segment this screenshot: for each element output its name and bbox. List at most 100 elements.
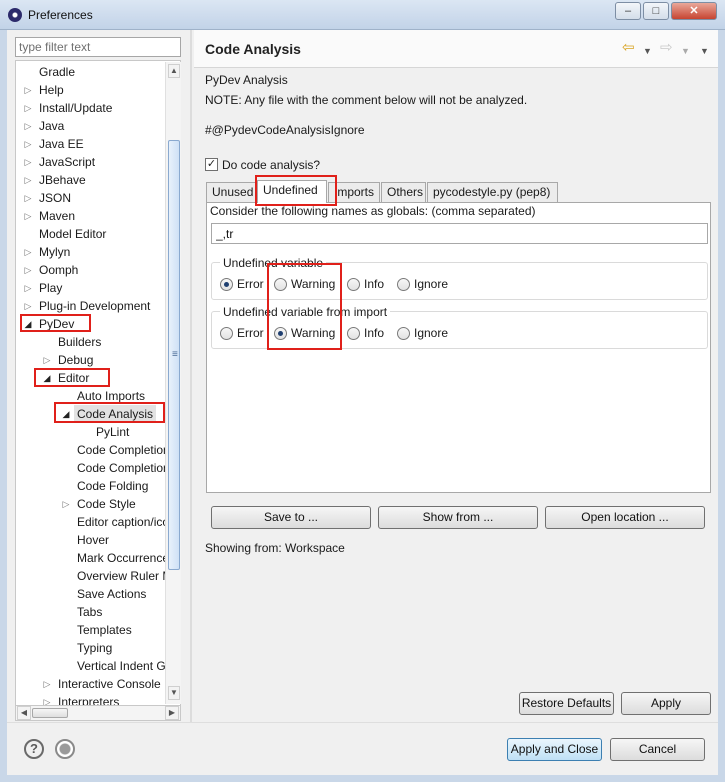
tree-item[interactable]: Hover	[16, 531, 166, 549]
collapsed-arrow-icon[interactable]: ▷	[23, 153, 33, 171]
tree-item[interactable]: ▷ Plug-in Development	[16, 297, 166, 315]
title-bar: Preferences – □ ✕	[0, 0, 725, 30]
tab-pycodestyle[interactable]: pycodestyle.py (pep8)	[427, 182, 558, 202]
collapsed-arrow-icon[interactable]: ▷	[23, 279, 33, 297]
tree-item[interactable]: ▷ JSON	[16, 189, 166, 207]
tree-item[interactable]: Save Actions	[16, 585, 166, 603]
radio-ignore-icon[interactable]	[397, 278, 410, 291]
scroll-down-icon[interactable]: ▼	[168, 686, 180, 700]
radio-error-icon[interactable]	[220, 278, 233, 291]
tree-item[interactable]: ▷ Help	[16, 81, 166, 99]
collapsed-arrow-icon[interactable]: ▷	[23, 243, 33, 261]
back-arrow-icon[interactable]: ⇦	[622, 40, 635, 56]
collapsed-arrow-icon[interactable]: ▷	[42, 675, 52, 693]
radio-error-icon[interactable]	[220, 327, 233, 340]
tree-item-label: Mylyn	[39, 245, 71, 259]
collapsed-arrow-icon[interactable]: ▷	[61, 495, 71, 513]
tree-item[interactable]: ▷ Play	[16, 279, 166, 297]
view-menu-icon[interactable]: ▼	[700, 43, 709, 59]
collapsed-arrow-icon[interactable]: ▷	[23, 135, 33, 153]
cancel-button[interactable]: Cancel	[610, 738, 705, 761]
window-title: Preferences	[28, 8, 93, 22]
filter-input[interactable]	[15, 37, 181, 57]
forward-dropdown-icon[interactable]: ▼	[681, 43, 690, 59]
tree-item[interactable]: ▷ Oomph	[16, 261, 166, 279]
tree-item[interactable]: ▷ Maven	[16, 207, 166, 225]
collapsed-arrow-icon[interactable]: ▷	[23, 81, 33, 99]
apply-button[interactable]: Apply	[621, 692, 711, 715]
forward-arrow-icon[interactable]: ⇨	[660, 40, 673, 56]
tree-item[interactable]: PyLint	[16, 423, 166, 441]
scroll-up-icon[interactable]: ▲	[168, 64, 180, 78]
tree-item[interactable]: Model Editor	[16, 225, 166, 243]
hscroll-thumb[interactable]	[32, 708, 68, 718]
save-to-button[interactable]: Save to ...	[211, 506, 371, 529]
collapsed-arrow-icon[interactable]: ▷	[23, 297, 33, 315]
tab-others[interactable]: Others	[381, 182, 426, 202]
collapsed-arrow-icon[interactable]: ▷	[23, 99, 33, 117]
radio-ignore-label: Ignore	[414, 277, 449, 291]
back-dropdown-icon[interactable]: ▼	[643, 43, 652, 59]
globals-input[interactable]	[211, 223, 708, 244]
show-from-button[interactable]: Show from ...	[378, 506, 538, 529]
tree-item[interactable]: Mark Occurrences	[16, 549, 175, 567]
scroll-left-icon[interactable]: ◀	[17, 706, 31, 720]
highlight-pydev	[20, 314, 91, 332]
help-icon[interactable]: ?	[24, 739, 44, 759]
radio-info-label: Info	[364, 326, 385, 340]
open-location-button[interactable]: Open location ...	[545, 506, 705, 529]
collapsed-arrow-icon[interactable]: ▷	[23, 117, 33, 135]
tree-item-label: JavaScript	[39, 155, 96, 169]
tree-item[interactable]: ▷ Java	[16, 117, 166, 135]
tree-item[interactable]: ▷ Install/Update	[16, 99, 166, 117]
do-analysis-checkbox[interactable]: ✓	[205, 158, 218, 171]
tree-item[interactable]: ▷ Mylyn	[16, 243, 166, 261]
tree-item[interactable]: ▷ Debug	[16, 351, 166, 369]
tree-item[interactable]: Editor caption/icon	[16, 513, 176, 531]
collapsed-arrow-icon[interactable]: ▷	[23, 171, 33, 189]
tree-horizontal-scrollbar[interactable]: ◀ ▶	[15, 705, 181, 721]
collapsed-arrow-icon[interactable]: ▷	[42, 351, 52, 369]
record-macro-icon[interactable]	[55, 739, 75, 759]
tree-item[interactable]: Typing	[16, 639, 166, 657]
radio-ignore-label: Ignore	[414, 326, 449, 340]
tree-item[interactable]: Tabs	[16, 603, 166, 621]
tree-item-label: Code Completion	[77, 443, 170, 457]
tree-item[interactable]: Templates	[16, 621, 166, 639]
tree-item[interactable]: Code Folding	[16, 477, 166, 495]
close-button[interactable]: ✕	[671, 2, 717, 20]
tree-item-label: Model Editor	[39, 227, 107, 241]
highlight-code-analysis	[54, 402, 165, 423]
collapsed-arrow-icon[interactable]: ▷	[23, 189, 33, 207]
globals-label: Consider the following names as globals:…	[210, 204, 536, 218]
tree-item[interactable]: ▷ Code Style	[16, 495, 166, 513]
radio-info-icon[interactable]	[347, 278, 360, 291]
tree-item[interactable]: Builders	[16, 333, 166, 351]
tree-item[interactable]: ▷ JBehave	[16, 171, 166, 189]
tree-item-label: Install/Update	[39, 101, 113, 115]
scroll-thumb[interactable]: ≡	[168, 140, 180, 570]
tree-item[interactable]: ▷ Interactive Console	[16, 675, 166, 693]
apply-and-close-button[interactable]: Apply and Close	[507, 738, 602, 761]
tab-unused[interactable]: Unused	[206, 182, 256, 202]
tree-item[interactable]: Vertical Indent Guide	[16, 657, 180, 675]
maximize-button[interactable]: □	[643, 2, 669, 20]
tree-item[interactable]: Code Completion	[16, 441, 170, 459]
collapsed-arrow-icon[interactable]: ▷	[23, 207, 33, 225]
radio-info-icon[interactable]	[347, 327, 360, 340]
tree-item-label: Code Completion	[77, 461, 170, 475]
tree-item-label: Hover	[77, 533, 110, 547]
pane-divider[interactable]	[190, 30, 192, 722]
tree-item[interactable]: Code Completion	[16, 459, 170, 477]
scroll-right-icon[interactable]: ▶	[165, 706, 179, 720]
tree-item[interactable]: ▷ Java EE	[16, 135, 166, 153]
radio-ignore-icon[interactable]	[397, 327, 410, 340]
tree-item-label: Save Actions	[77, 587, 147, 601]
tree-item[interactable]: Overview Ruler Minimap	[16, 567, 180, 585]
restore-defaults-button[interactable]: Restore Defaults	[519, 692, 614, 715]
tree-vertical-scrollbar[interactable]: ▲ ≡ ▼	[165, 62, 181, 704]
tree-item[interactable]: Gradle	[16, 63, 166, 81]
minimize-button[interactable]: –	[615, 2, 641, 20]
tree-item[interactable]: ▷ JavaScript	[16, 153, 166, 171]
collapsed-arrow-icon[interactable]: ▷	[23, 261, 33, 279]
